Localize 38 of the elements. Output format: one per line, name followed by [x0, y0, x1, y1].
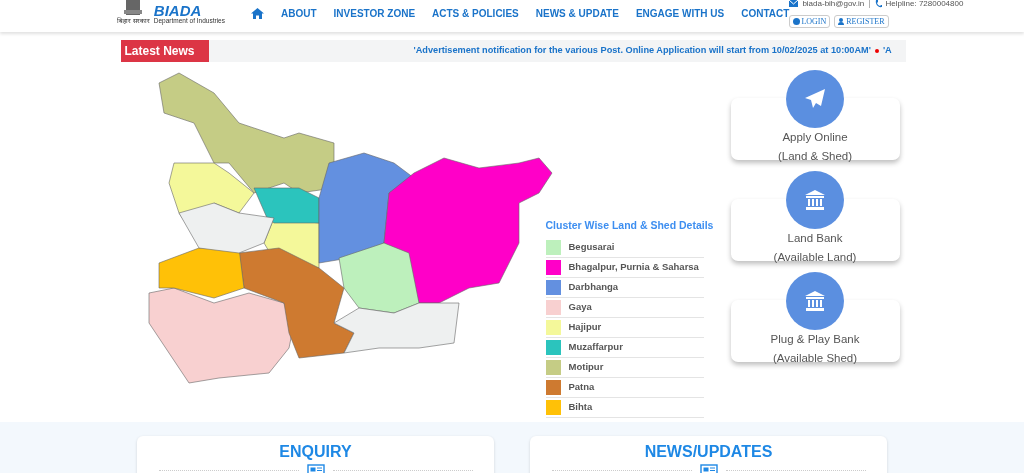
envelope-icon [789, 0, 799, 8]
legend-label: Muzaffarpur [568, 340, 623, 355]
legend-label: Bhagalpur, Purnia & Saharsa [568, 260, 699, 275]
legend-title: Cluster Wise Land & Shed Details [545, 218, 714, 233]
nav-link[interactable]: CONTACT [741, 6, 790, 21]
register-button[interactable]: REGISTER [834, 14, 889, 29]
nav-link[interactable]: ABOUT [281, 6, 317, 21]
panel-title: ENQUIRY [279, 444, 352, 460]
paper-plane-icon [804, 88, 826, 110]
panel-title: NEWS/UPDATES [644, 444, 773, 460]
helpline-text: Helpline: 7280004800 [885, 0, 964, 8]
login-button[interactable]: LOGIN [789, 14, 831, 29]
user-add-icon [838, 17, 846, 25]
newspaper-icon [306, 464, 325, 473]
email-text[interactable]: biada-bih@gov.in [802, 0, 865, 8]
legend-label: Darbhanga [568, 280, 619, 295]
home-icon[interactable] [251, 8, 264, 19]
separator-text: | [868, 0, 871, 10]
nav-link[interactable]: ENGAGE WITH US [635, 6, 725, 21]
phone-icon [874, 0, 882, 8]
newspaper-icon [699, 464, 718, 473]
legend-label: Motipur [568, 360, 604, 375]
legend-label: Patna [568, 380, 595, 395]
news-ticker-text[interactable]: 'A [882, 44, 892, 58]
logo-text[interactable]: BIADA [153, 3, 225, 18]
user-circle-icon [793, 17, 801, 25]
legend-label: Hajipur [568, 320, 602, 335]
legend-label: Gaya [568, 300, 592, 315]
separator-dot [874, 49, 879, 53]
bank-icon [804, 290, 826, 312]
legend-label: Begusarai [568, 240, 615, 255]
nav-link[interactable]: NEWS & UPDATE [535, 6, 619, 21]
news-ticker-text[interactable]: 'Advertisement notification for the various Post. Online Application will start from 10/02/2025 at 10:00AM' [413, 44, 871, 58]
legend-label: Bihta [568, 400, 593, 415]
news-label: Latest News [120, 40, 209, 62]
nav-link[interactable]: INVESTOR ZONE [333, 6, 416, 21]
bank-icon [804, 189, 826, 211]
nav-link[interactable]: ACTS & POLICIES [432, 6, 519, 21]
